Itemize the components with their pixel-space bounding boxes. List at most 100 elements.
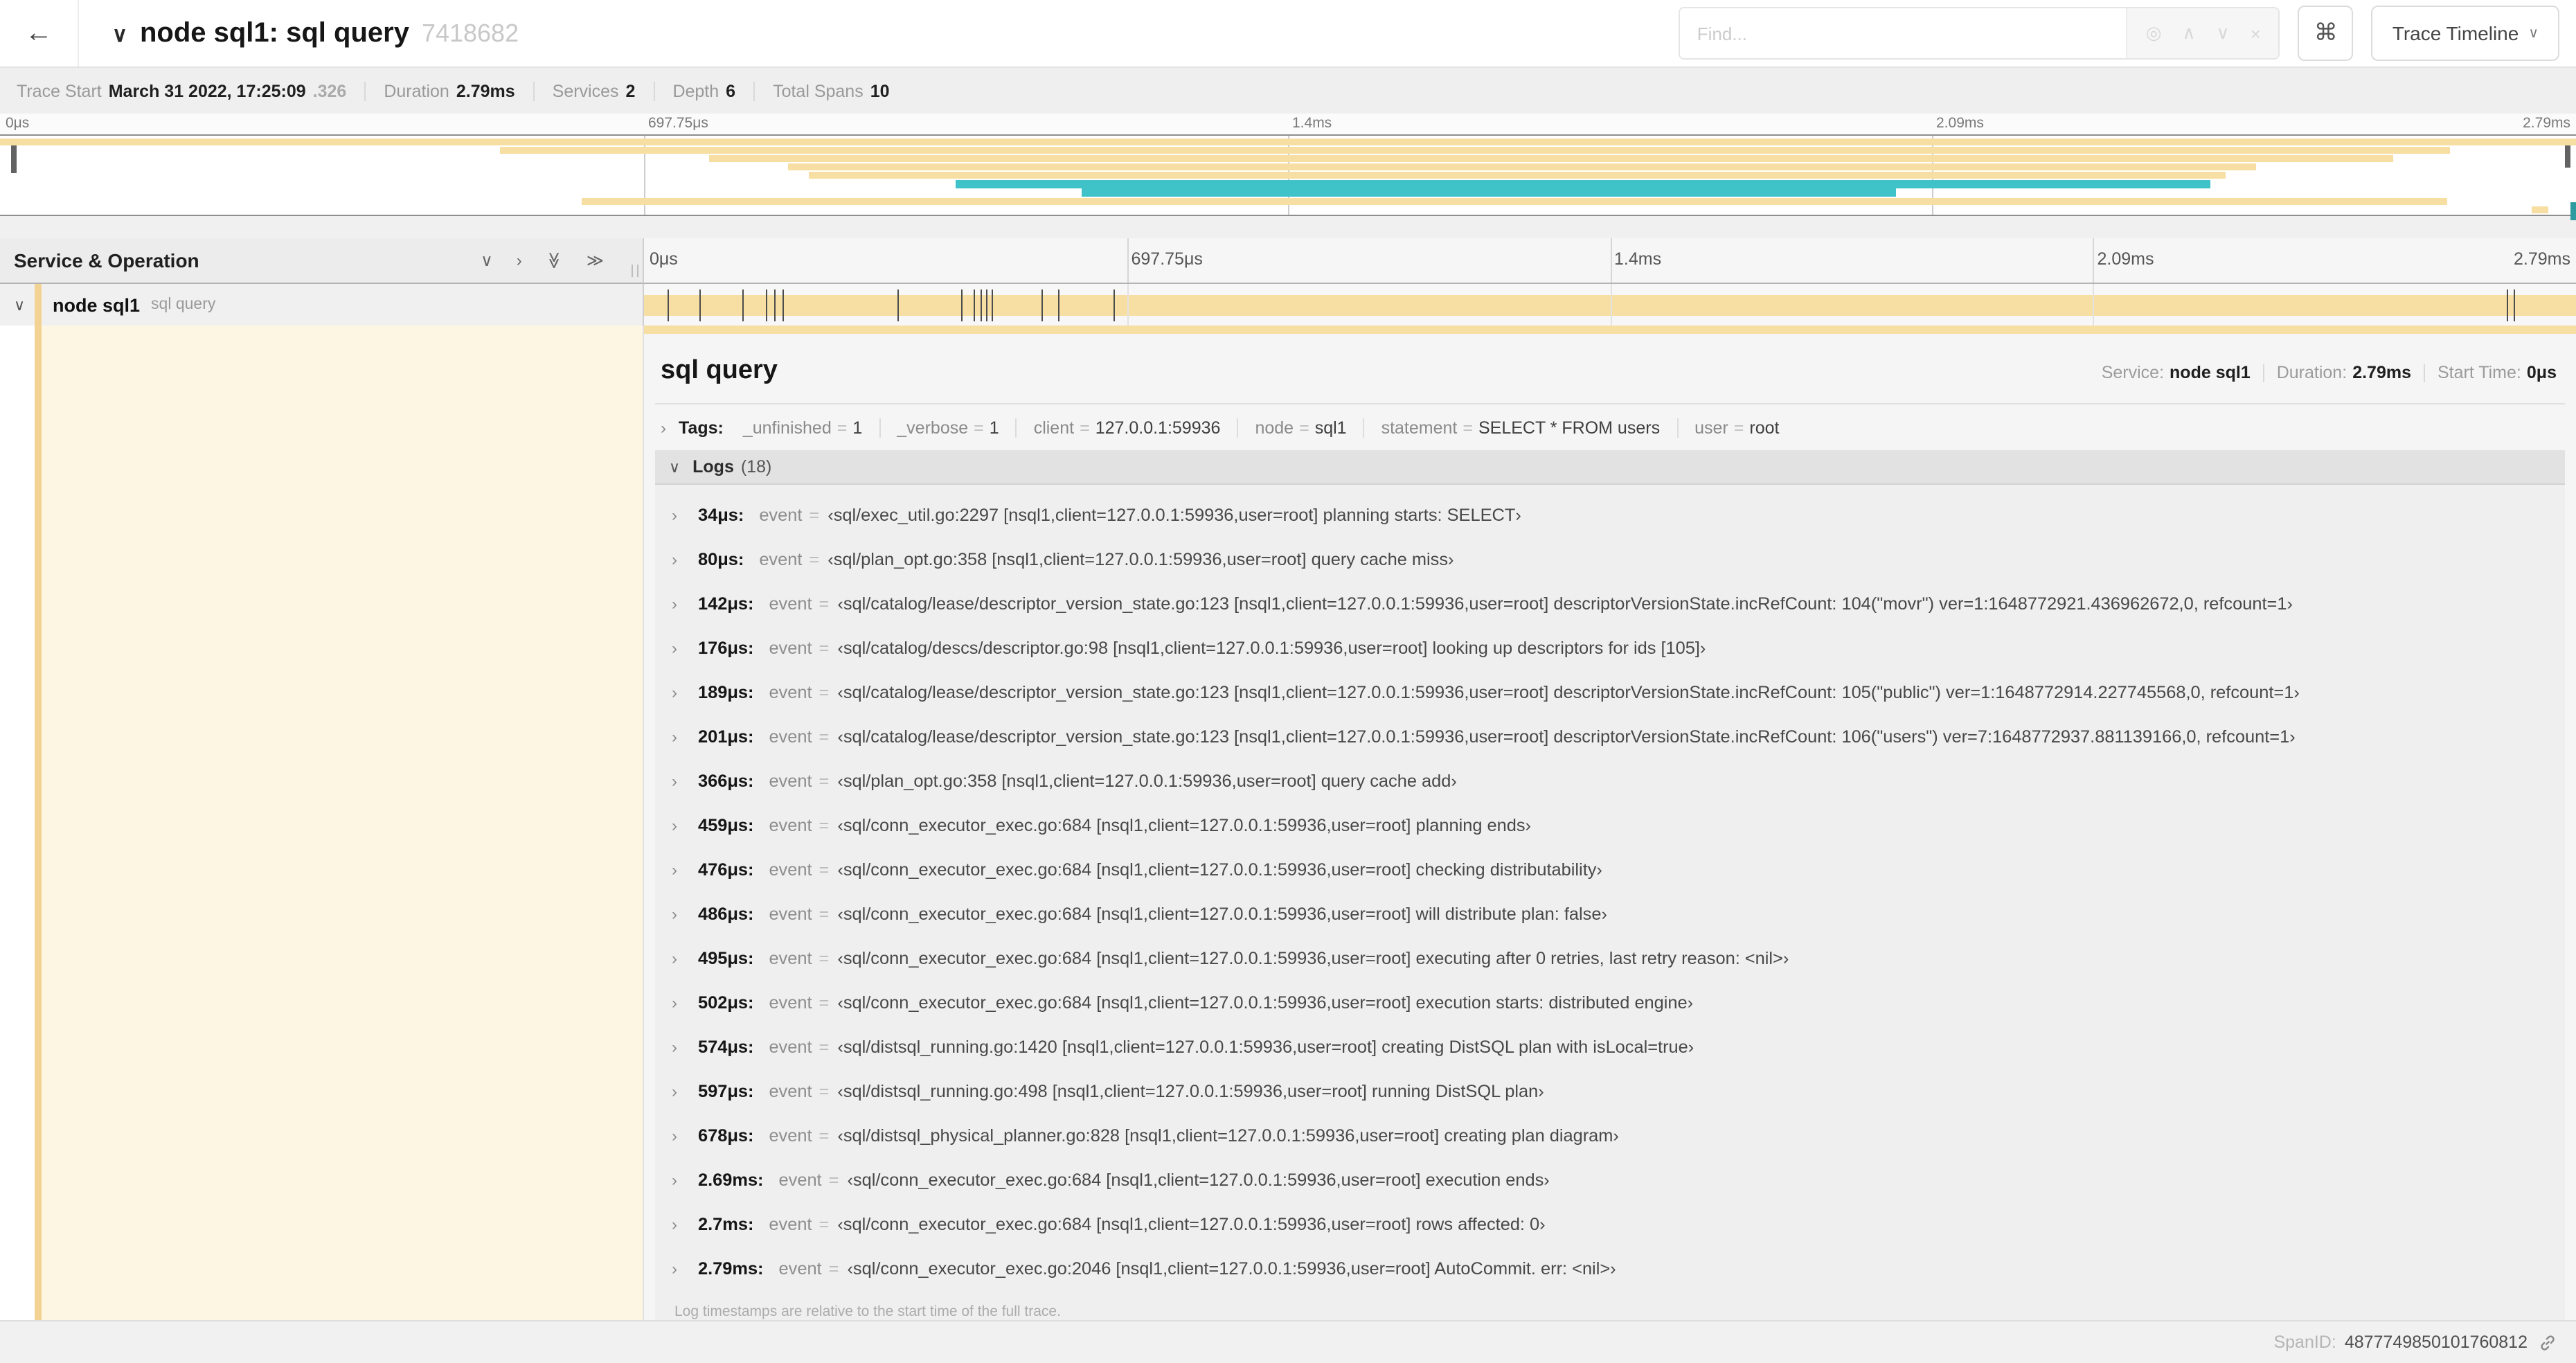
minimap-span-bar[interactable]	[809, 172, 2226, 179]
tag-item[interactable]: _unfinished = 1	[743, 418, 862, 438]
tag-item[interactable]: statement = SELECT * FROM users	[1381, 418, 1661, 438]
minimap-left-handle[interactable]	[11, 144, 17, 173]
log-field-name: event	[769, 594, 812, 614]
log-marker-tick	[981, 289, 982, 321]
collapse-one-icon[interactable]: ∨	[481, 251, 493, 270]
chevron-right-icon[interactable]: ›	[672, 816, 686, 835]
find-input[interactable]	[1680, 8, 2127, 58]
log-timestamp: 597μs:	[698, 1082, 754, 1101]
chevron-right-icon[interactable]: ›	[672, 683, 686, 702]
view-selector-button[interactable]: Trace Timeline ∨	[2371, 6, 2559, 61]
chevron-right-icon[interactable]: ›	[672, 993, 686, 1013]
chevron-right-icon[interactable]: ›	[672, 860, 686, 880]
minimap-span-bar[interactable]	[956, 180, 2210, 188]
minimap-span-bar[interactable]	[708, 154, 2393, 163]
log-row[interactable]: › 2.69ms: event = ‹sql/conn_executor_exec.go…	[672, 1158, 2565, 1202]
tag-item[interactable]: node = sql1	[1255, 418, 1346, 438]
chevron-right-icon[interactable]: ›	[672, 639, 686, 658]
log-row[interactable]: › 176μs: event = ‹sql/catalog/descs/descript…	[672, 626, 2565, 670]
span-id-value: 4877749850101760812	[2344, 1333, 2528, 1352]
span-row[interactable]: ∨ node sql1 sql query	[0, 284, 2576, 326]
minimap-span-bar[interactable]	[582, 197, 2447, 205]
log-row[interactable]: › 459μs: event = ‹sql/conn_executor_exec.go:…	[672, 803, 2565, 848]
log-row[interactable]: › 201μs: event = ‹sql/catalog/lease/descript…	[672, 715, 2565, 759]
logs-header[interactable]: ∨ Logs (18)	[655, 450, 2565, 485]
log-row[interactable]: › 678μs: event = ‹sql/distsql_physical_plann…	[672, 1114, 2565, 1158]
chevron-right-icon[interactable]: ›	[672, 949, 686, 968]
keyboard-shortcuts-button[interactable]: ⌘	[2298, 6, 2354, 61]
section-gap	[0, 216, 2576, 238]
log-row[interactable]: › 80μs: event = ‹sql/plan_opt.go:358 [nsql1,…	[672, 537, 2565, 582]
log-row[interactable]: › 476μs: event = ‹sql/conn_executor_exec.go:…	[672, 848, 2565, 892]
timeline-header-row: Service & Operation ∨ › ≫ ≫ 0μs 697.75μs 1…	[0, 238, 2576, 284]
find-clear-icon[interactable]: ×	[2251, 23, 2261, 44]
tag-item[interactable]: user = root	[1694, 418, 1779, 438]
log-row[interactable]: › 2.7ms: event = ‹sql/conn_executor_exec.go:…	[672, 1202, 2565, 1247]
logs-count: (18)	[740, 457, 772, 476]
column-resize-grip[interactable]	[632, 265, 638, 277]
span-collapse-chevron-icon[interactable]: ∨	[14, 296, 30, 314]
minimap-span-bar[interactable]	[2532, 206, 2548, 214]
span-detail-left-fill	[42, 326, 643, 1320]
log-row[interactable]: › 597μs: event = ‹sql/distsql_running.go:498…	[672, 1069, 2565, 1114]
log-row[interactable]: › 366μs: event = ‹sql/plan_opt.go:358 [nsql1…	[672, 759, 2565, 803]
link-icon[interactable]	[2539, 1333, 2557, 1351]
chevron-right-icon[interactable]: ›	[672, 772, 686, 791]
tag-equals: =	[1733, 418, 1744, 438]
log-equals: =	[819, 1082, 830, 1101]
log-row[interactable]: › 2.79ms: event = ‹sql/conn_executor_exec.go…	[672, 1247, 2565, 1291]
minimap-span-bar[interactable]	[788, 163, 2257, 171]
tags-row[interactable]: › Tags: _unfinished = 1 _verbose = 1 client = 12…	[655, 404, 2565, 450]
chevron-right-icon[interactable]: ›	[672, 506, 686, 525]
log-event-value: ‹sql/plan_opt.go:358 [nsql1,client=127.0…	[828, 550, 1454, 569]
log-timestamp: 2.69ms:	[698, 1170, 764, 1190]
chevron-right-icon[interactable]: ›	[661, 418, 666, 438]
log-row[interactable]: › 574μs: event = ‹sql/distsql_running.go:142…	[672, 1025, 2565, 1069]
tag-equals: =	[1299, 418, 1309, 438]
chevron-right-icon[interactable]: ›	[672, 1082, 686, 1101]
find-next-icon[interactable]: ∨	[2217, 22, 2230, 44]
find-prev-icon[interactable]: ∧	[2183, 22, 2196, 44]
trace-minimap[interactable]	[0, 134, 2576, 220]
tag-item[interactable]: client = 127.0.0.1:59936	[1034, 418, 1221, 438]
log-field-name: event	[769, 683, 812, 702]
collapse-all-icon[interactable]: ≫	[544, 251, 564, 269]
log-field-name: event	[769, 993, 812, 1013]
locate-icon[interactable]: ◎	[2146, 22, 2162, 44]
chevron-right-icon[interactable]: ›	[672, 905, 686, 924]
log-row[interactable]: › 142μs: event = ‹sql/catalog/lease/descript…	[672, 582, 2565, 626]
log-row[interactable]: › 502μs: event = ‹sql/conn_executor_exec.go:…	[672, 981, 2565, 1025]
trace-title: node sql1: sql query	[139, 17, 409, 48]
span-color-accent	[35, 284, 42, 326]
tag-value: sql1	[1314, 418, 1347, 438]
expand-one-icon[interactable]: ›	[517, 251, 522, 270]
chevron-right-icon[interactable]: ›	[672, 550, 686, 569]
expand-all-icon[interactable]: ≫	[587, 251, 604, 270]
log-row[interactable]: › 189μs: event = ‹sql/catalog/lease/descript…	[672, 670, 2565, 715]
log-row[interactable]: › 486μs: event = ‹sql/conn_executor_exec.go:…	[672, 892, 2565, 936]
span-name-cell[interactable]: ∨ node sql1 sql query	[0, 284, 644, 326]
log-marker-tick	[2507, 289, 2509, 321]
back-button[interactable]: ←	[0, 0, 79, 66]
log-row[interactable]: › 34μs: event = ‹sql/exec_util.go:2297 [nsql…	[672, 493, 2565, 537]
span-detail-content: sql query Service: node sql1 Duration: 2.7…	[644, 334, 2576, 1335]
log-equals: =	[819, 1037, 830, 1057]
log-row[interactable]: › 495μs: event = ‹sql/conn_executor_exec.go:…	[672, 936, 2565, 981]
log-timestamp: 80μs:	[698, 550, 744, 569]
chevron-right-icon[interactable]: ›	[672, 1259, 686, 1279]
chevron-down-icon: ∨	[2528, 26, 2539, 41]
chevron-right-icon[interactable]: ›	[672, 727, 686, 747]
minimap-span-bar[interactable]	[0, 138, 2576, 145]
tag-item[interactable]: _verbose = 1	[897, 418, 999, 438]
log-marker-tick	[774, 289, 776, 321]
chevron-right-icon[interactable]: ›	[672, 1126, 686, 1146]
chevron-right-icon[interactable]: ›	[672, 1215, 686, 1234]
trace-collapse-chevron-icon[interactable]: ∨	[112, 21, 127, 46]
chevron-right-icon[interactable]: ›	[672, 594, 686, 614]
chevron-right-icon[interactable]: ›	[672, 1037, 686, 1057]
minimap-span-bar[interactable]	[499, 146, 2450, 154]
trace-info-value: 2.79ms	[456, 81, 515, 100]
minimap-span-bar[interactable]	[1082, 188, 1896, 197]
chevron-right-icon[interactable]: ›	[672, 1170, 686, 1190]
span-bar-cell[interactable]	[644, 284, 2576, 326]
